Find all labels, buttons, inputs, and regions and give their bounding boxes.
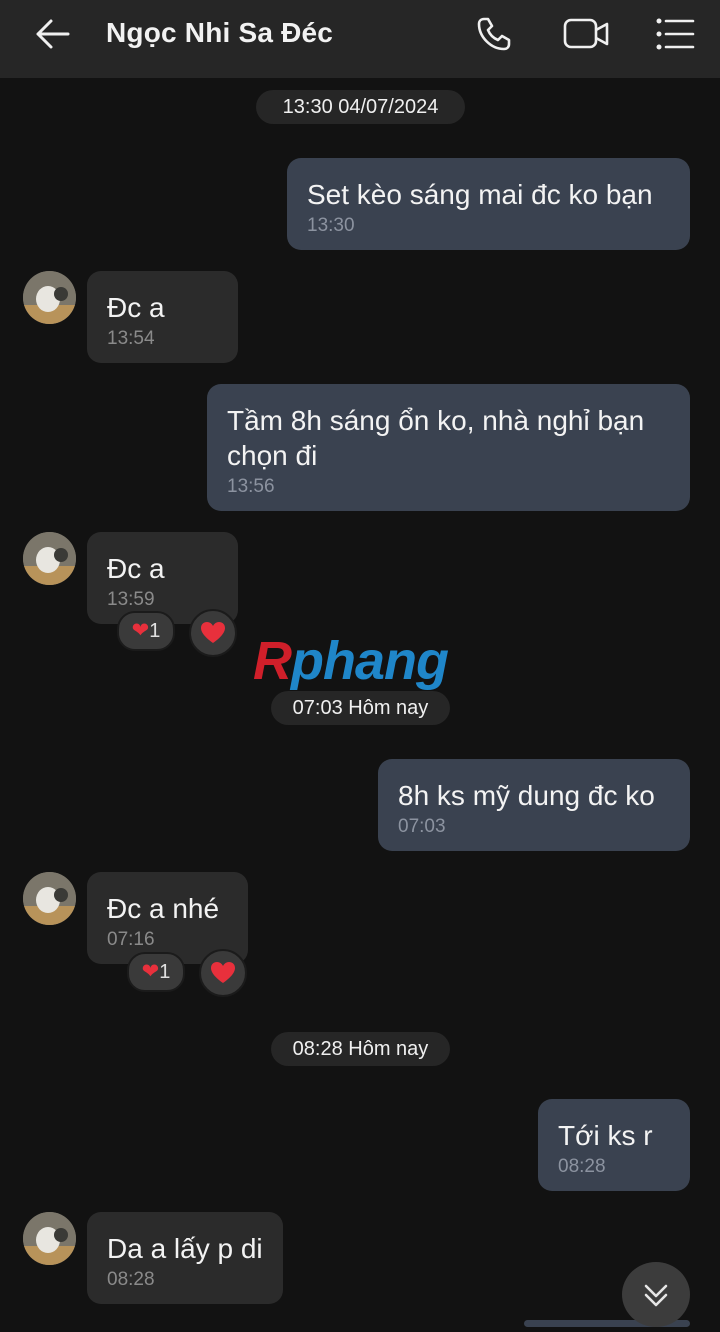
list-menu-icon bbox=[656, 18, 695, 50]
avatar-image bbox=[23, 271, 76, 324]
message-time: 13:59 bbox=[107, 589, 155, 610]
outgoing-message[interactable]: Tầm 8h sáng ổn ko, nhà nghỉ bạn chọn đi … bbox=[207, 384, 690, 511]
avatar-image bbox=[23, 1212, 76, 1265]
react-button[interactable] bbox=[189, 609, 237, 657]
double-chevron-down-icon bbox=[644, 1284, 668, 1307]
scroll-to-bottom-button[interactable] bbox=[622, 1262, 690, 1327]
message-text-line: chọn đi bbox=[227, 440, 318, 471]
reaction-count-pill[interactable]: ❤1 bbox=[127, 952, 185, 992]
date-stamp: 08:28 Hôm nay bbox=[271, 1032, 450, 1066]
avatar[interactable] bbox=[23, 1212, 76, 1265]
message-time: 07:03 bbox=[398, 816, 446, 837]
message-text: Đc a nhé bbox=[107, 893, 220, 924]
outgoing-message[interactable]: Tới ks r 08:28 bbox=[538, 1099, 690, 1191]
video-camera-icon bbox=[563, 18, 609, 49]
date-stamp: 13:30 04/07/2024 bbox=[256, 90, 465, 124]
menu-button[interactable] bbox=[654, 14, 698, 54]
back-button[interactable] bbox=[30, 14, 76, 54]
heart-icon bbox=[201, 622, 225, 643]
reaction-count: 1 bbox=[149, 620, 161, 642]
message-text: Da a lấy p di bbox=[107, 1233, 263, 1264]
message-text: Set kèo sáng mai đc ko bạn bbox=[307, 179, 653, 210]
message-text: Đc a bbox=[107, 553, 165, 584]
incoming-message[interactable]: Đc a 13:54 bbox=[87, 271, 238, 363]
chat-header: Ngọc Nhi Sa Đéc bbox=[0, 0, 720, 78]
heart-icon bbox=[211, 962, 235, 983]
message-text: 8h ks mỹ dung đc ko bbox=[398, 780, 655, 811]
message-time: 13:30 bbox=[307, 215, 355, 236]
video-call-button[interactable] bbox=[562, 14, 612, 54]
phone-icon bbox=[477, 17, 511, 51]
reaction-count-pill[interactable]: ❤1 bbox=[117, 611, 175, 651]
avatar-image bbox=[23, 532, 76, 585]
avatar[interactable] bbox=[23, 872, 76, 925]
incoming-message[interactable]: Da a lấy p di 08:28 bbox=[87, 1212, 283, 1304]
message-time: 13:56 bbox=[227, 476, 275, 497]
heart-icon: ❤ bbox=[141, 960, 160, 983]
avatar-image bbox=[23, 872, 76, 925]
react-button[interactable] bbox=[199, 949, 247, 997]
message-text: Đc a bbox=[107, 292, 165, 323]
avatar[interactable] bbox=[23, 532, 76, 585]
call-button[interactable] bbox=[474, 14, 518, 54]
contact-name[interactable]: Ngọc Nhi Sa Đéc bbox=[106, 17, 333, 49]
message-time: 07:16 bbox=[107, 929, 155, 950]
outgoing-message[interactable]: Set kèo sáng mai đc ko bạn 13:30 bbox=[287, 158, 690, 250]
message-text-line: Tầm 8h sáng ổn ko, nhà nghỉ bạn bbox=[227, 405, 645, 436]
watermark-logo: Rphang bbox=[253, 631, 449, 691]
message-time: 13:54 bbox=[107, 328, 155, 349]
reaction-count: 1 bbox=[159, 961, 171, 983]
heart-icon: ❤ bbox=[131, 619, 150, 642]
arrow-left-icon bbox=[36, 19, 70, 49]
message-time: 08:28 bbox=[107, 1269, 155, 1290]
date-stamp: 07:03 Hôm nay bbox=[271, 691, 450, 725]
message-text: Tới ks r bbox=[558, 1120, 653, 1151]
avatar[interactable] bbox=[23, 271, 76, 324]
message-time: 08:28 bbox=[558, 1156, 606, 1177]
outgoing-message[interactable]: 8h ks mỹ dung đc ko 07:03 bbox=[378, 759, 690, 851]
